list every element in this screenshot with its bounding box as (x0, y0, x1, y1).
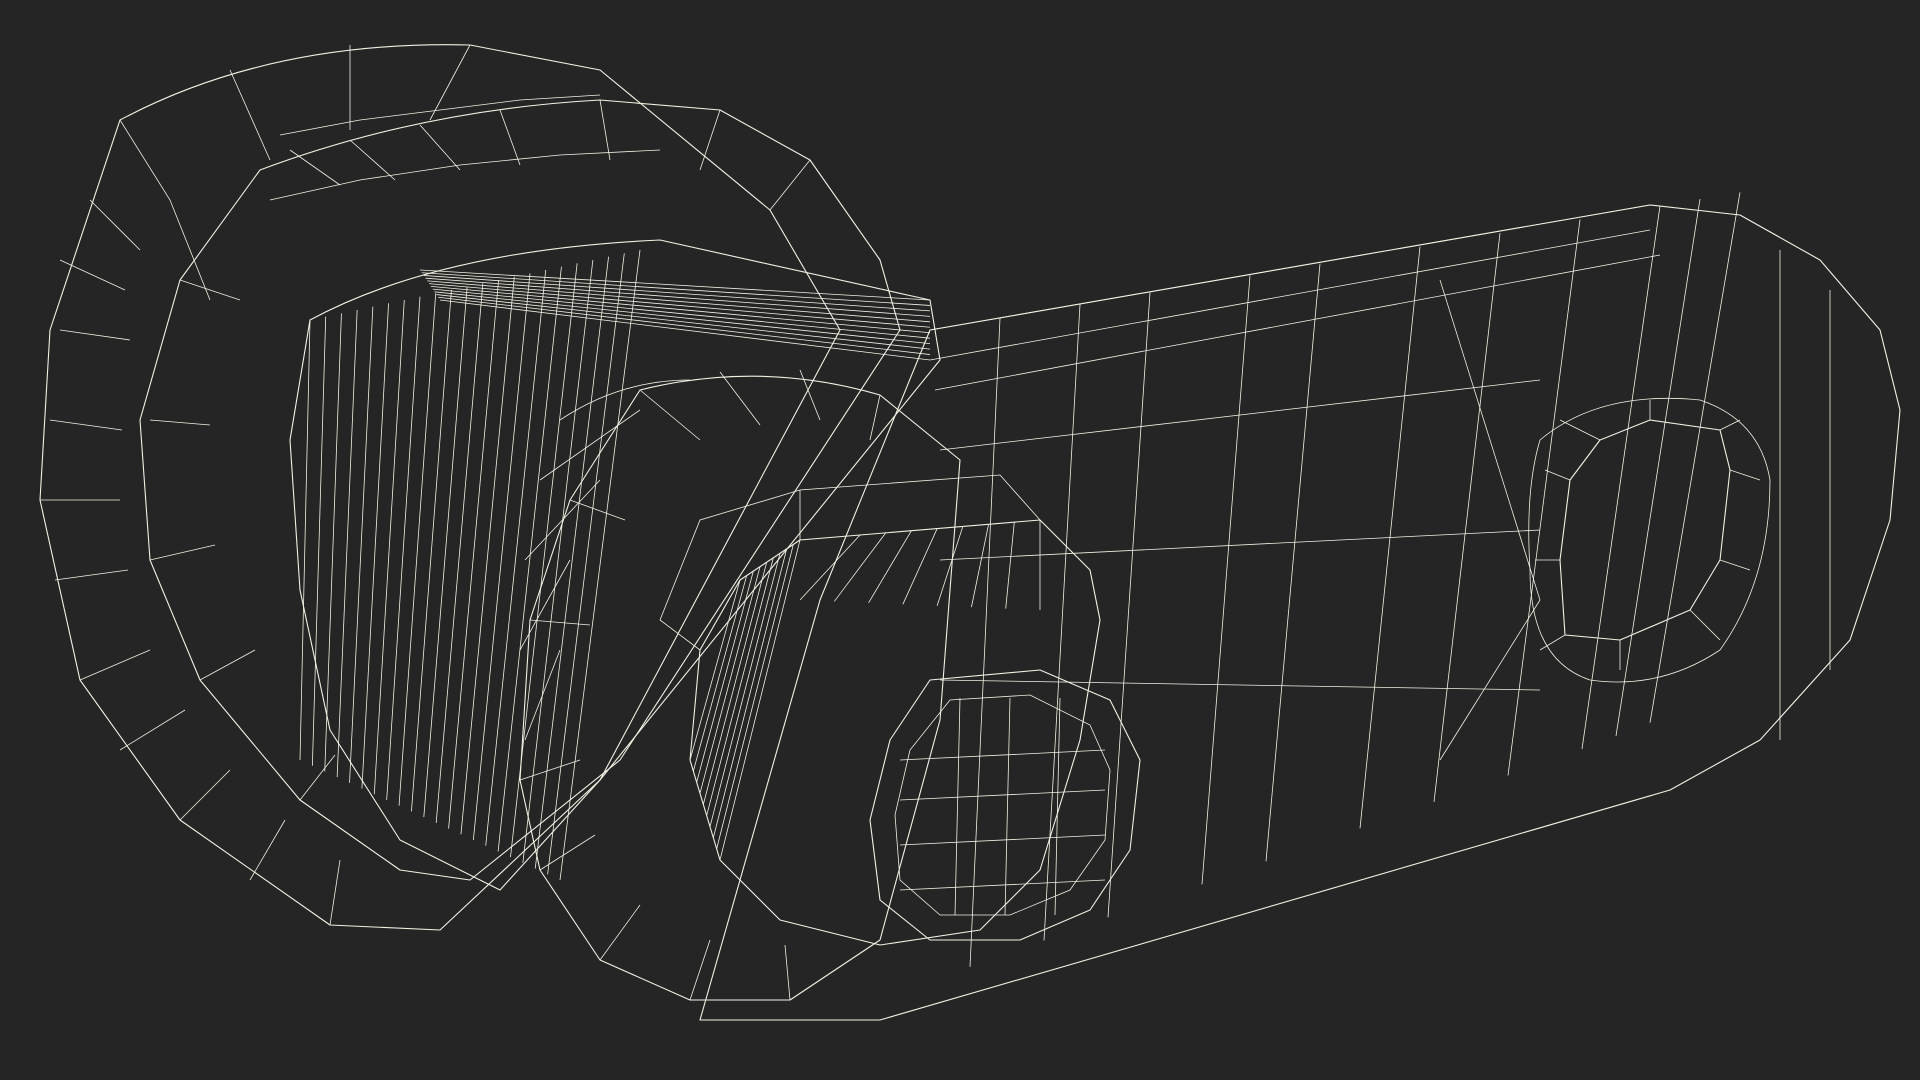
front-collar (519, 369, 961, 1001)
hex-nut-rear (139, 94, 901, 881)
threaded-barrel (289, 239, 941, 891)
cam-lock-model (39, 44, 1901, 1021)
rear-flange (39, 44, 841, 931)
hex-nut-front (659, 474, 1101, 946)
cylinder-face (869, 669, 1141, 941)
arm-hole (1559, 419, 1731, 641)
render-viewport (0, 0, 1920, 1080)
